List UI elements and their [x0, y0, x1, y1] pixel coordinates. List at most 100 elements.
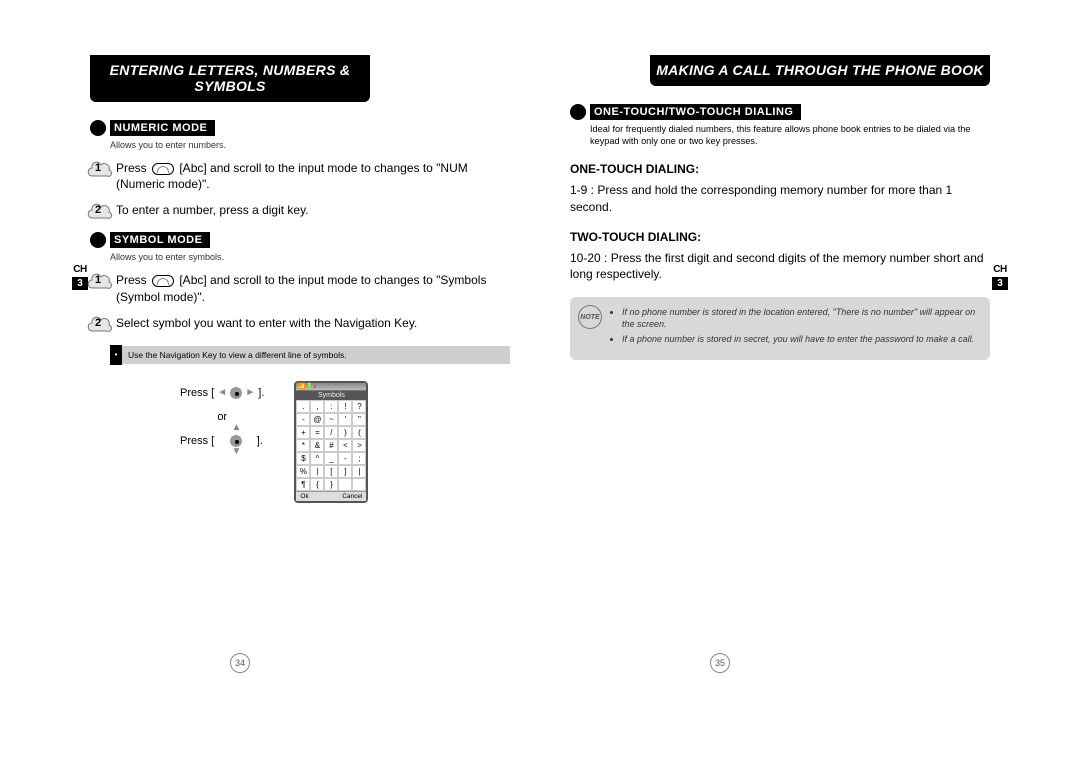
symbol-step1-text: Press [Abc] and scroll to the input mode… — [116, 272, 510, 304]
symbol-note-strip: • Use the Navigation Key to view a diffe… — [110, 345, 510, 365]
page-number-left: 34 — [230, 653, 250, 673]
symbol-cell: / — [324, 426, 338, 439]
numeric-mode-title: NUMERIC MODE — [110, 120, 215, 136]
nav-key-icon — [230, 387, 242, 399]
symbol-cell: _ — [324, 452, 338, 465]
two-touch-heading: TWO-TOUCH DIALING: — [570, 230, 990, 244]
symbol-cell: , — [310, 400, 324, 413]
bullet-icon — [570, 104, 586, 120]
note-box: NOTE If no phone number is stored in the… — [570, 297, 990, 360]
symbol-cell: # — [324, 439, 338, 452]
txt: ]. — [258, 387, 264, 399]
symbol-cell: ( — [352, 426, 366, 439]
page-title-right: MAKING A CALL THROUGH THE PHONE BOOK — [650, 55, 990, 86]
symbol-cell: ? — [352, 400, 366, 413]
press-line-2: Press [ ▲ ▼ ]. — [180, 429, 264, 453]
note-item-1: If no phone number is stored in the loca… — [622, 307, 980, 330]
dialing-intro: Ideal for frequently dialed numbers, thi… — [590, 124, 990, 148]
right-page: CH 3 MAKING A CALL THROUGH THE PHONE BOO… — [570, 55, 990, 563]
symbol-cell: * — [296, 439, 310, 452]
symbol-cell: { — [310, 478, 324, 491]
numeric-step-1: 1 Press [Abc] and scroll to the input mo… — [90, 160, 510, 192]
arrow-right-icon: ► — [245, 382, 255, 404]
phone-cancel: Cancel — [342, 493, 362, 500]
symbol-cell: @ — [310, 413, 324, 426]
symbol-cell: : — [324, 400, 338, 413]
symbol-cell: ¶ — [296, 478, 310, 491]
symbol-note-text: Use the Navigation Key to view a differe… — [122, 346, 510, 364]
symbol-cell: & — [310, 439, 324, 452]
symbol-cell: ] — [338, 465, 352, 478]
phone-softkeys: Ok Cancel — [296, 491, 366, 501]
chapter-number: 3 — [992, 277, 1008, 290]
symbol-cell: ! — [338, 400, 352, 413]
phone-ok: Ok — [300, 493, 308, 500]
page-number-right: 35 — [710, 653, 730, 673]
two-touch-body: 10-20 : Press the first digit and second… — [570, 250, 990, 284]
softkey-icon — [152, 163, 174, 175]
chapter-label: CH — [992, 265, 1008, 275]
symbol-subtext: Allows you to enter symbols. — [110, 252, 510, 262]
one-touch-body: 1-9 : Press and hold the corresponding m… — [570, 182, 990, 216]
step-badge-2: 2 — [90, 202, 110, 222]
left-page: CH 3 ENTERING LETTERS, NUMBERS & SYMBOLS… — [90, 55, 510, 563]
phone-statusbar: 📶🔋♪ — [296, 383, 366, 391]
symbol-cell: < — [338, 439, 352, 452]
symbol-step-2: 2 Select symbol you want to enter with t… — [90, 315, 510, 335]
press-block: Press [ ◄ ► ]. or Press [ ▲ ▼ — [180, 381, 510, 503]
note-icon: NOTE — [578, 305, 602, 329]
symbol-cell: | — [310, 465, 324, 478]
dialing-section-heading: ONE-TOUCH/TWO-TOUCH DIALING — [570, 104, 990, 120]
symbol-cell: [ — [324, 465, 338, 478]
chapter-label: CH — [72, 265, 88, 275]
dialing-section-title: ONE-TOUCH/TWO-TOUCH DIALING — [590, 104, 801, 120]
symbol-cell — [338, 478, 352, 491]
note-item-2: If a phone number is stored in secret, y… — [622, 334, 980, 346]
chapter-tab-left: CH 3 — [72, 265, 88, 290]
one-touch-heading: ONE-TOUCH DIALING: — [570, 162, 990, 176]
symbol-mode-heading: SYMBOL MODE — [90, 232, 510, 248]
symbol-grid: .,:!?-@~'"+=/)(*&#<>$^_-;%|[]|¶{} — [296, 400, 366, 491]
symbol-cell: ~ — [324, 413, 338, 426]
symbol-cell: + — [296, 426, 310, 439]
numeric-step1-text: Press [Abc] and scroll to the input mode… — [116, 160, 510, 192]
softkey-icon — [152, 275, 174, 287]
numeric-subtext: Allows you to enter numbers. — [110, 140, 510, 150]
chapter-tab-right: CH 3 — [992, 265, 1008, 290]
symbol-cell: - — [296, 413, 310, 426]
symbol-cell: ' — [338, 413, 352, 426]
symbol-cell: > — [352, 439, 366, 452]
arrow-down-icon: ▼ — [232, 441, 242, 463]
txt: Press [ — [180, 435, 214, 447]
or-text: or — [180, 405, 264, 429]
page-title-left: ENTERING LETTERS, NUMBERS & SYMBOLS — [90, 55, 370, 102]
txt: Press — [116, 273, 150, 287]
symbol-cell: - — [338, 452, 352, 465]
symbol-cell — [352, 478, 366, 491]
step-badge-1: 1 — [90, 160, 110, 180]
symbol-step-1: 1 Press [Abc] and scroll to the input mo… — [90, 272, 510, 304]
symbol-cell: ; — [352, 452, 366, 465]
step-badge-2: 2 — [90, 315, 110, 335]
press-lines: Press [ ◄ ► ]. or Press [ ▲ ▼ — [180, 381, 264, 454]
chapter-number: 3 — [72, 277, 88, 290]
symbol-cell: ) — [338, 426, 352, 439]
phone-screen-illustration: 📶🔋♪ Symbols .,:!?-@~'"+=/)(*&#<>$^_-;%|[… — [294, 381, 368, 503]
symbol-cell: = — [310, 426, 324, 439]
bullet-icon — [90, 120, 106, 136]
note-dot-icon: • — [110, 345, 122, 365]
txt: Press — [116, 161, 150, 175]
arrow-left-icon: ◄ — [217, 382, 227, 404]
press-line-1: Press [ ◄ ► ]. — [180, 381, 264, 405]
symbol-cell: $ — [296, 452, 310, 465]
symbol-step2-text: Select symbol you want to enter with the… — [116, 315, 417, 331]
phone-screen-title: Symbols — [296, 391, 366, 400]
page-spread: CH 3 ENTERING LETTERS, NUMBERS & SYMBOLS… — [90, 55, 990, 563]
bullet-icon — [90, 232, 106, 248]
symbol-cell: % — [296, 465, 310, 478]
symbol-cell: ^ — [310, 452, 324, 465]
symbol-cell: " — [352, 413, 366, 426]
txt: Press [ — [180, 387, 214, 399]
numeric-mode-heading: NUMERIC MODE — [90, 120, 510, 136]
symbol-mode-title: SYMBOL MODE — [110, 232, 210, 248]
